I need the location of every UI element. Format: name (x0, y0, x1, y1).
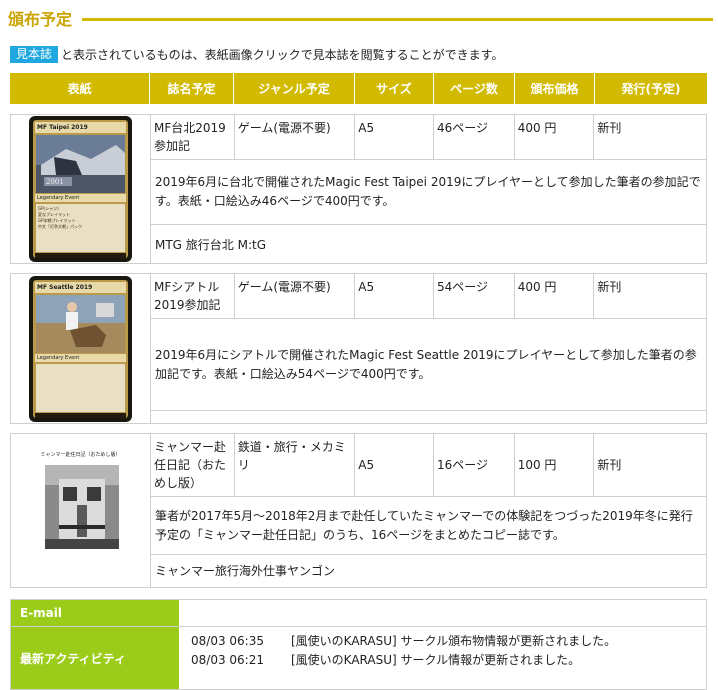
section-title-rule (82, 17, 713, 21)
item-title: MFシアトル2019参加記 (151, 274, 235, 318)
cover-image-mf-seattle[interactable]: MF Seattle 2019 Legendary Event (29, 275, 132, 422)
cover-cell: ミャンマー赴任日記（おためし版） (11, 434, 151, 587)
section-title: 頒布予定 (8, 10, 73, 29)
sample-legend: 見本誌 と表示されているものは、表紙画像クリックで見本誌を閲覧することができます… (10, 45, 503, 63)
activity-item: 08/03 06:21 [風使いのKARASU] サークル情報が更新されました。 (191, 650, 706, 669)
item-size: A5 (355, 434, 434, 496)
card-type: Legendary Event (35, 353, 126, 362)
header-cover: 表紙 (10, 73, 150, 104)
header-size: サイズ (355, 73, 434, 104)
cover-image-myanmar[interactable]: ミャンマー赴任日記（おためし版） (40, 450, 121, 571)
item-genre: ゲーム(電源不要) (235, 115, 356, 159)
item-issue: 新刊 (597, 280, 622, 294)
item-size: A5 (355, 274, 434, 318)
header-issue: 発行(予定) (621, 82, 681, 96)
item-description: 筆者が2017年5月～2018年2月まで赴任していたミャンマーでの体験記をつづっ… (151, 497, 706, 555)
item-pages: 46ページ (434, 115, 515, 159)
activity-time: 08/03 06:21 (191, 652, 264, 667)
card-text (36, 363, 125, 412)
email-value (180, 600, 706, 626)
table-row: MF Taipei 2019 2001 Legendary Event GP(シ… (10, 114, 707, 264)
activity-time: 08/03 06:35 (191, 633, 264, 648)
header-price: 頒布価格 (515, 73, 595, 104)
item-description: 2019年6月に台北で開催されたMagic Fest Taipei 2019にプ… (151, 160, 706, 225)
header-genre: ジャンル予定 (234, 73, 355, 104)
item-pages: 16ページ (434, 434, 515, 496)
item-tags (151, 411, 706, 423)
table-row: MF Seattle 2019 Legendary Event MFシアトル20… (10, 273, 707, 424)
table-row: ミャンマー赴任日記（おためし版） ミャンマー赴任日記（おためし版） 鉄道・旅行・… (10, 433, 707, 588)
table-header: 表紙 誌名予定 ジャンル予定 サイズ ページ数 頒布価格 発行(予定) (10, 73, 707, 104)
card-type: Legendary Event (35, 194, 126, 202)
card-name: MF Seattle 2019 (35, 281, 126, 293)
item-genre: ゲーム(電源不要) (235, 274, 356, 318)
card-name: MF Taipei 2019 (35, 122, 126, 133)
item-title: MF台北2019参加記 (151, 115, 235, 159)
item-pages: 54ページ (434, 274, 515, 318)
item-price: 400 円 (515, 115, 595, 159)
item-tags: ミャンマー旅行海外仕事ヤンゴン (155, 564, 336, 578)
sample-legend-text: と表示されているものは、表紙画像クリックで見本誌を閲覧することができます。 (61, 47, 504, 62)
header-pages: ページ数 (434, 73, 515, 104)
cover-cell: MF Seattle 2019 Legendary Event (11, 274, 151, 423)
section-header: 頒布予定 (8, 6, 713, 30)
activity-text: [風使いのKARASU] サークル頒布物情報が更新されました。 (291, 634, 617, 648)
activity-text: [風使いのKARASU] サークル情報が更新されました。 (291, 653, 581, 667)
card-art: 2001 (36, 135, 125, 193)
card-art-caption: 2001 (46, 178, 64, 186)
item-description: 2019年6月にシアトルで開催されたMagic Fest Seattle 201… (151, 319, 706, 411)
item-tags: MTG 旅行台北 M:tG (155, 237, 267, 252)
item-genre: 鉄道・旅行・メカミリ (235, 434, 356, 496)
cover-cell: MF Taipei 2019 2001 Legendary Event GP(シ… (11, 115, 151, 263)
header-title: 誌名予定 (150, 73, 234, 104)
sample-badge: 見本誌 (10, 45, 59, 63)
card-line: 中文「灯争大戦」パック (38, 224, 82, 229)
activity-label: 最新アクティビティ (11, 627, 180, 689)
doc-heading: ミャンマー赴任日記（おためし版） (40, 451, 121, 458)
item-price: 400 円 (515, 274, 595, 318)
activity-item: 08/03 06:35 [風使いのKARASU] サークル頒布物情報が更新されま… (191, 631, 706, 650)
activity-list: 08/03 06:35 [風使いのKARASU] サークル頒布物情報が更新されま… (180, 627, 706, 689)
item-issue: 新刊 (597, 458, 622, 472)
item-issue: 新刊 (597, 121, 622, 135)
item-size: A5 (355, 115, 434, 159)
email-label: E-mail (11, 600, 180, 626)
card-text: GP(シャツ) 変なプレイマット GP本戦プレイマット 中文「灯争大戦」パック (36, 204, 125, 252)
item-price: 100 円 (515, 434, 595, 496)
card-art (36, 294, 125, 353)
cover-image-mf-taipei[interactable]: MF Taipei 2019 2001 Legendary Event GP(シ… (29, 116, 132, 262)
item-title: ミャンマー赴任日記（おためし版） (151, 434, 235, 496)
train-photo (44, 464, 119, 549)
circle-info-footer: E-mail 最新アクティビティ 08/03 06:35 [風使いのKARASU… (10, 599, 707, 690)
